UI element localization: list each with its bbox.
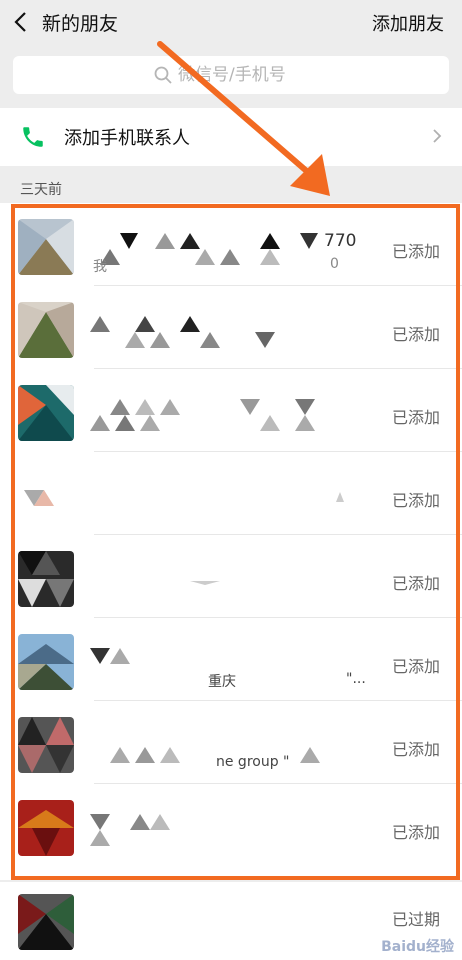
avatar xyxy=(18,551,74,607)
blurred-snippet: ne group " xyxy=(216,754,290,770)
list-item[interactable]: 已添加 xyxy=(0,286,462,369)
blurred-name xyxy=(90,399,315,431)
blurred-name xyxy=(90,814,170,846)
phone-icon xyxy=(23,127,43,147)
status-label: 已添加 xyxy=(391,325,440,344)
list-item[interactable]: 已添加 xyxy=(0,535,462,618)
avatar xyxy=(18,634,74,690)
status-label: 已过期 xyxy=(391,910,440,929)
list-item[interactable]: 已添加 xyxy=(0,452,462,535)
search-input[interactable] xyxy=(178,65,308,85)
add-phone-contacts-label: 添加手机联系人 xyxy=(64,128,190,149)
blurred-snippet: 我 xyxy=(93,259,107,275)
avatar xyxy=(18,219,74,275)
top-bar: 新的朋友 添加朋友 xyxy=(0,0,462,44)
avatar xyxy=(18,717,74,773)
list-item[interactable]: 770 0 我 已添加 xyxy=(0,203,462,286)
list-item[interactable]: 已添加 xyxy=(0,784,462,867)
add-phone-contacts-item[interactable]: 添加手机联系人 xyxy=(0,108,462,166)
avatar xyxy=(18,894,74,950)
avatar xyxy=(18,385,74,441)
blurred-name xyxy=(90,316,275,348)
page-title: 新的朋友 xyxy=(42,12,119,35)
search-icon xyxy=(154,66,172,84)
blurred-snippet: 0 xyxy=(330,256,339,272)
status-label: 已添加 xyxy=(391,242,440,261)
blurred-name xyxy=(100,233,318,265)
avatar xyxy=(18,302,74,358)
back-button[interactable] xyxy=(0,0,40,44)
avatar xyxy=(18,468,74,524)
chevron-left-icon xyxy=(14,12,26,32)
list-item[interactable]: 已添加 xyxy=(0,369,462,452)
blurred-snippet: 770 xyxy=(324,231,357,251)
status-label: 已添加 xyxy=(391,740,440,759)
status-label: 已添加 xyxy=(391,574,440,593)
chevron-right-icon xyxy=(433,129,442,143)
friend-request-list: 770 0 我 已添加 已添加 已添加 已添加 已添加 重庆 "... 已添加 … xyxy=(0,203,462,880)
status-label: 已添加 xyxy=(391,823,440,842)
blurred-name xyxy=(336,492,344,502)
status-label: 已添加 xyxy=(391,408,440,427)
blurred-name xyxy=(190,581,220,585)
avatar xyxy=(18,800,74,856)
search-bar[interactable] xyxy=(13,56,449,94)
list-item[interactable]: ne group " 已添加 xyxy=(0,701,462,784)
list-item[interactable]: 重庆 "... 已添加 xyxy=(0,618,462,701)
blurred-snippet: "... xyxy=(346,671,366,687)
watermark: Baidu经验 xyxy=(381,939,454,955)
section-header: 三天前 xyxy=(20,182,62,198)
add-friend-button[interactable]: 添加朋友 xyxy=(372,10,444,36)
status-label: 已添加 xyxy=(391,657,440,676)
status-label: 已添加 xyxy=(391,491,440,510)
blurred-snippet: 重庆 xyxy=(208,674,236,690)
